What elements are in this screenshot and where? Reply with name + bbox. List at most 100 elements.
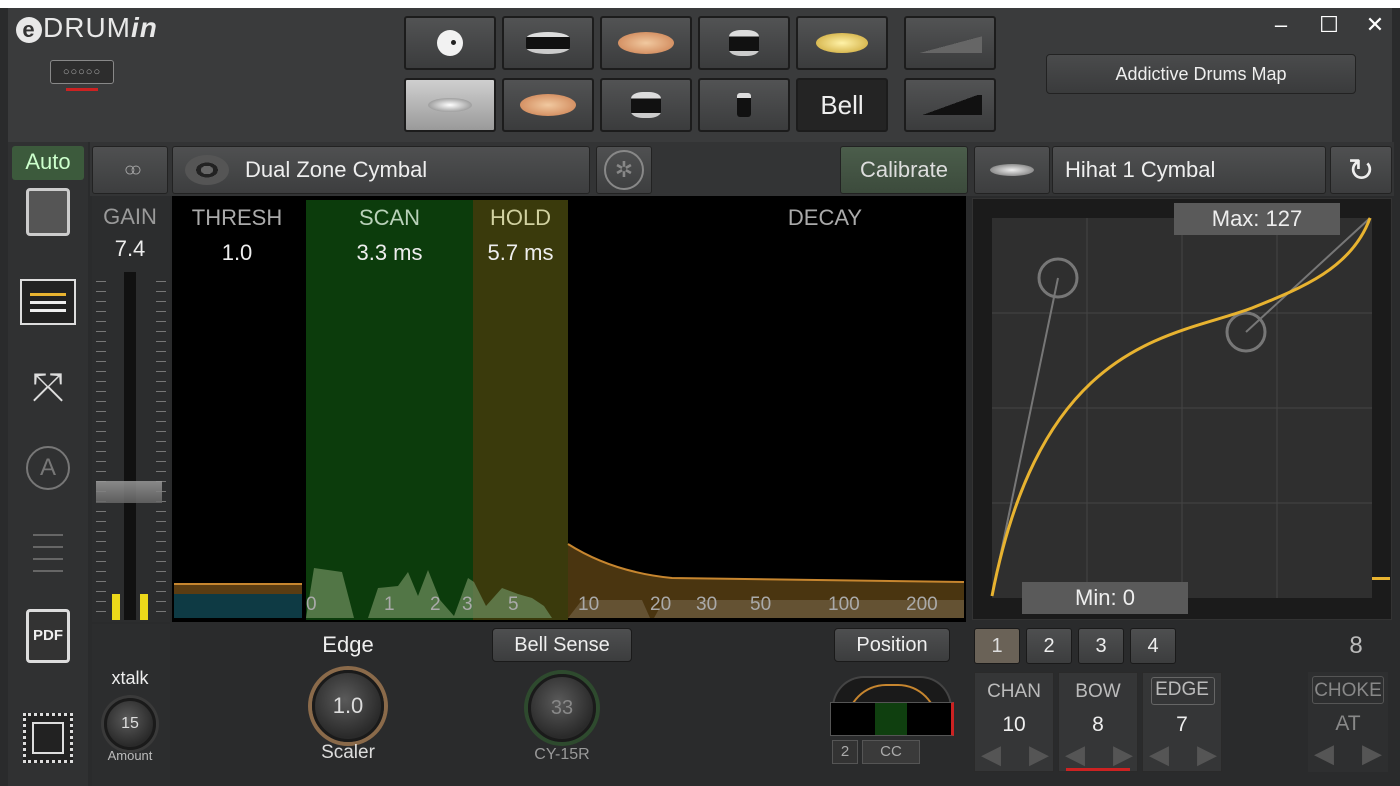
- edrumin-app: e DRUMin ○○○○○ Bell – ☐ ✕ Addictive Drums…: [0, 0, 1400, 786]
- level-meter-right: [140, 594, 148, 620]
- chan-increment-button[interactable]: ▶: [1029, 741, 1049, 767]
- axis-tick: 5: [508, 594, 519, 615]
- pedal-icon: [918, 95, 982, 115]
- small-tom-icon: [737, 93, 751, 117]
- pad-ride-button[interactable]: [796, 16, 888, 70]
- pad-snare-button[interactable]: [502, 16, 594, 70]
- pad-list-button[interactable]: [18, 276, 78, 328]
- pad-small-tom-button[interactable]: [698, 78, 790, 132]
- pad-crash-button[interactable]: [600, 16, 692, 70]
- pad-pedal-top-button[interactable]: [904, 16, 996, 70]
- axis-tick: 0: [306, 594, 317, 615]
- chan-value[interactable]: 10: [975, 713, 1053, 737]
- axis-tick: 200: [906, 594, 938, 615]
- pad-type-label: Dual Zone Cymbal: [245, 157, 428, 182]
- tab-3[interactable]: 3: [1078, 628, 1124, 664]
- ride-icon: [816, 33, 868, 53]
- chan-control: CHAN 10 ◀ ▶: [974, 672, 1054, 772]
- pad-bell-button[interactable]: Bell: [796, 78, 888, 132]
- tab-4[interactable]: 4: [1130, 628, 1176, 664]
- maximize-button[interactable]: ☐: [1314, 12, 1344, 38]
- routing-button[interactable]: ⤧: [18, 362, 78, 414]
- edge-decrement-button[interactable]: ◀: [1149, 741, 1169, 767]
- a-button[interactable]: A: [18, 442, 78, 494]
- target-instrument-selector[interactable]: Hihat 1 Cymbal: [1052, 146, 1326, 194]
- tab-2[interactable]: 2: [1026, 628, 1072, 664]
- pdf-button[interactable]: PDF: [18, 609, 78, 663]
- refresh-button[interactable]: ↻: [1330, 146, 1392, 194]
- bell-sense-knob[interactable]: 33: [528, 674, 596, 742]
- xtalk-label: xtalk: [111, 668, 149, 688]
- kick-icon: [437, 30, 463, 56]
- axis-tick: 3: [462, 594, 473, 615]
- instrument-icon-button[interactable]: [974, 146, 1050, 194]
- list-icon: [20, 279, 76, 325]
- tab-1[interactable]: 1: [974, 628, 1020, 664]
- chan-decrement-button[interactable]: ◀: [981, 741, 1001, 767]
- save-button[interactable]: [18, 186, 78, 238]
- edrumin-logo: e DRUMin: [16, 12, 158, 44]
- choke-increment-button[interactable]: ▶: [1362, 740, 1382, 766]
- min-velocity-box[interactable]: Min: 0: [1022, 582, 1188, 614]
- snare-icon: [526, 32, 570, 54]
- position-cc-button[interactable]: CC: [862, 740, 920, 764]
- axis-tick: 2: [430, 594, 441, 615]
- scan-value[interactable]: 3.3 ms: [306, 240, 473, 266]
- a-icon: A: [26, 446, 70, 490]
- gain-label: GAIN: [103, 204, 157, 229]
- module-settings-button[interactable]: [18, 712, 78, 764]
- level-meter-left: [112, 594, 120, 620]
- hold-label: HOLD: [489, 205, 552, 230]
- choke-value[interactable]: AT: [1308, 712, 1388, 736]
- yamaha-icon: ✲: [604, 150, 644, 190]
- auto-button[interactable]: Auto: [12, 146, 84, 180]
- pad-hihat-button[interactable]: [404, 78, 496, 132]
- top-strip: [0, 0, 1400, 8]
- edge-increment-button[interactable]: ▶: [1197, 741, 1217, 767]
- port-status-bar: [66, 88, 98, 91]
- choke-decrement-button[interactable]: ◀: [1314, 740, 1334, 766]
- hold-value[interactable]: 5.7 ms: [473, 240, 568, 266]
- gain-slider-thumb[interactable]: [96, 480, 162, 503]
- position-channel[interactable]: 2: [832, 740, 858, 764]
- scaler-label: Scaler: [321, 742, 375, 763]
- xtalk-knob[interactable]: 15: [104, 698, 156, 750]
- floppy-icon: [26, 188, 70, 236]
- decay-label: DECAY: [787, 205, 863, 230]
- bow-control: BOW 8 ◀ ▶: [1058, 672, 1138, 772]
- bow-active-indicator: [1066, 768, 1130, 771]
- bow-increment-button[interactable]: ▶: [1113, 741, 1133, 767]
- scan-label: SCAN: [358, 205, 421, 230]
- amount-label: Amount: [107, 748, 153, 763]
- pad-crash2-button[interactable]: [502, 78, 594, 132]
- pad-kick-button[interactable]: [404, 16, 496, 70]
- gain-value: 7.4: [114, 236, 146, 261]
- addictive-drums-map-button[interactable]: Addictive Drums Map: [1046, 54, 1356, 94]
- pad-floor-tom-button[interactable]: [600, 78, 692, 132]
- edge-scaler-knob[interactable]: 1.0: [312, 670, 384, 742]
- position-button[interactable]: Position: [834, 628, 950, 662]
- pad-tom-button[interactable]: [698, 16, 790, 70]
- pad-type-selector[interactable]: Dual Zone Cymbal: [172, 146, 590, 194]
- chip-icon: [23, 713, 73, 763]
- crash2-icon: [520, 94, 576, 116]
- bow-value[interactable]: 8: [1059, 713, 1137, 737]
- calibrate-button[interactable]: Calibrate: [840, 146, 968, 194]
- pad-pedal-button[interactable]: [904, 78, 996, 132]
- floor-tom-icon: [631, 92, 661, 118]
- link-zones-button[interactable]: ○○: [92, 146, 168, 194]
- max-velocity-box[interactable]: Max: 127: [1174, 203, 1340, 235]
- hihat-cymbal-icon: [990, 164, 1034, 176]
- bow-decrement-button[interactable]: ◀: [1065, 741, 1085, 767]
- axis-tick: 100: [828, 594, 860, 615]
- edge-label: Edge: [322, 632, 374, 657]
- bow-label: BOW: [1075, 681, 1121, 702]
- gain-slider-track[interactable]: [124, 272, 136, 620]
- edge-note-value[interactable]: 7: [1143, 713, 1221, 737]
- bell-sense-button[interactable]: Bell Sense: [492, 628, 632, 662]
- brand-button[interactable]: ✲: [596, 146, 652, 194]
- close-button[interactable]: ✕: [1360, 12, 1390, 38]
- thresh-value[interactable]: 1.0: [174, 240, 300, 266]
- minimize-button[interactable]: –: [1266, 12, 1296, 38]
- tom-icon: [729, 30, 759, 56]
